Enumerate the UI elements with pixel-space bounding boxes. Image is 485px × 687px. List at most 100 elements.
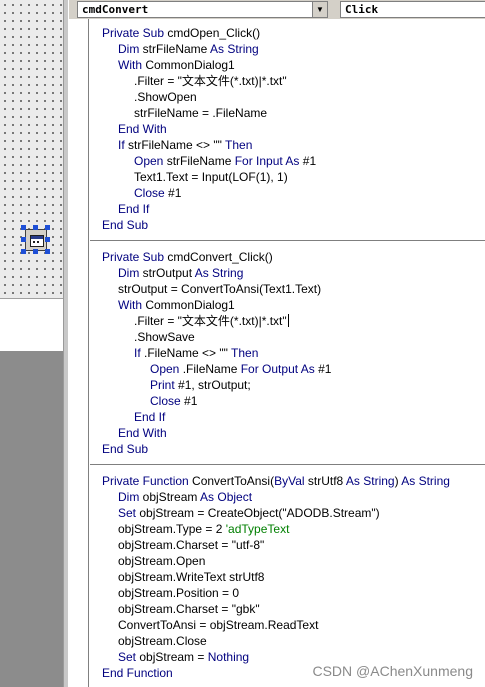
code-line[interactable]: objStream.Charset = "gbk" [118, 601, 260, 617]
code-comment: 'adTypeText [225, 522, 290, 536]
code-line[interactable]: Close #1 [134, 185, 181, 201]
code-line[interactable]: Private Sub cmdOpen_Click() [102, 25, 260, 41]
object-combo[interactable]: cmdConvert ▼ [77, 1, 328, 18]
designer-background [0, 351, 63, 687]
code-keyword: Dim [118, 266, 143, 280]
code-keyword: As Object [200, 490, 253, 504]
code-keyword: Print [150, 378, 179, 392]
chevron-down-icon[interactable]: ▼ [312, 2, 327, 17]
code-line[interactable]: strFileName = .FileName [134, 105, 267, 121]
code-line[interactable]: objStream.WriteText strUtf8 [118, 569, 264, 585]
code-line[interactable]: End With [118, 121, 167, 137]
text-cursor [287, 314, 289, 327]
code-line[interactable]: End Sub [102, 441, 148, 457]
code-text: #1 [168, 186, 182, 200]
code-editor[interactable]: Private Sub cmdOpen_Click() Dim strFileNa… [69, 19, 485, 687]
procedure-combo-value: Click [345, 3, 379, 16]
code-keyword: Open [150, 362, 183, 376]
code-line[interactable]: objStream.Close [118, 633, 207, 649]
code-text: strUtf8 [307, 474, 346, 488]
code-text: strFileName <> "" [128, 138, 226, 152]
code-keyword: Set [118, 650, 140, 664]
code-line[interactable]: .ShowSave [134, 329, 195, 345]
code-line[interactable]: Private Sub cmdConvert_Click() [102, 249, 273, 265]
code-line[interactable]: With CommonDialog1 [118, 57, 235, 73]
code-text: objStream.Charset = "utf-8" [118, 538, 265, 552]
selection-handle[interactable] [21, 249, 26, 254]
code-line[interactable]: objStream.Type = 2 'adTypeText [118, 521, 289, 537]
code-line[interactable]: Dim strOutput As String [118, 265, 243, 281]
object-combo-value: cmdConvert [82, 3, 149, 16]
code-line[interactable]: Set objStream = Nothing [118, 649, 249, 665]
code-line[interactable]: End Sub [102, 217, 148, 233]
code-keyword: Close [150, 394, 185, 408]
code-text: .ShowOpen [134, 90, 197, 104]
selection-handle[interactable] [45, 249, 50, 254]
code-line[interactable]: End If [134, 409, 165, 425]
code-line[interactable]: Text1.Text = Input(LOF(1), 1) [134, 169, 288, 185]
code-keyword: For Output As [240, 362, 319, 376]
code-line[interactable]: Dim strFileName As String [118, 41, 259, 57]
code-keyword: End With [118, 426, 167, 440]
code-keyword: Private Sub [102, 250, 168, 264]
code-text: CommonDialog1 [145, 58, 235, 72]
code-text: .ShowSave [134, 330, 195, 344]
code-text: objStream = [139, 650, 208, 664]
code-text: ConvertToAnsi = objStream.ReadText [118, 618, 319, 632]
code-line[interactable]: ConvertToAnsi = objStream.ReadText [118, 617, 318, 633]
code-line[interactable]: objStream.Charset = "utf-8" [118, 537, 264, 553]
code-text: .Filter = "文本文件(*.txt)|*.txt" [134, 74, 287, 88]
code-area[interactable]: Private Sub cmdOpen_Click() Dim strFileNa… [90, 19, 485, 687]
code-text: CommonDialog1 [145, 298, 235, 312]
selection-handle[interactable] [21, 237, 26, 242]
code-line[interactable]: End If [118, 201, 149, 217]
code-text: strFileName = .FileName [134, 106, 268, 120]
code-line[interactable]: Dim objStream As Object [118, 489, 252, 505]
code-line[interactable]: .Filter = "文本文件(*.txt)|*.txt" [134, 313, 289, 329]
form-designer-grid[interactable] [0, 0, 63, 298]
selection-handle[interactable] [45, 225, 50, 230]
code-text: strFileName [142, 42, 211, 56]
code-line[interactable]: strOutput = ConvertToAnsi(Text1.Text) [118, 281, 321, 297]
selection-handle[interactable] [33, 249, 38, 254]
code-line[interactable]: Open .FileName For Output As #1 [150, 361, 331, 377]
code-keyword: Close [134, 186, 169, 200]
code-line[interactable]: If strFileName <> "" Then [118, 137, 252, 153]
code-text: #1 [318, 362, 332, 376]
code-line[interactable]: With CommonDialog1 [118, 297, 235, 313]
code-text: objStream.Position = 0 [118, 586, 240, 600]
code-line[interactable]: If .FileName <> "" Then [134, 345, 258, 361]
selection-handle[interactable] [33, 225, 38, 230]
code-keyword: Private Sub [102, 26, 168, 40]
code-text: strOutput [142, 266, 195, 280]
code-line[interactable]: Set objStream = CreateObject("ADODB.Stre… [118, 505, 380, 521]
code-keyword: Then [225, 138, 253, 152]
code-keyword: End Function [102, 666, 173, 680]
procedure-separator [90, 464, 485, 465]
code-line[interactable]: .Filter = "文本文件(*.txt)|*.txt" [134, 73, 287, 89]
code-text: #1, strOutput; [178, 378, 251, 392]
code-line[interactable]: Private Function ConvertToAnsi(ByVal str… [102, 473, 450, 489]
code-keyword: End If [118, 202, 150, 216]
selection-handle[interactable] [45, 237, 50, 242]
code-keyword: Set [118, 506, 140, 520]
code-line[interactable]: Close #1 [150, 393, 197, 409]
selection-handle[interactable] [21, 225, 26, 230]
code-text: objStream.Type = 2 [118, 522, 226, 536]
code-line[interactable]: objStream.Position = 0 [118, 585, 239, 601]
code-line[interactable]: End With [118, 425, 167, 441]
code-keyword: As String [210, 42, 259, 56]
code-text: objStream.Charset = "gbk" [118, 602, 260, 616]
common-dialog-control[interactable] [25, 229, 47, 251]
code-line[interactable]: Print #1, strOutput; [150, 377, 251, 393]
code-text: Text1.Text = Input(LOF(1), 1) [134, 170, 288, 184]
code-line[interactable]: objStream.Open [118, 553, 205, 569]
watermark: CSDN @AChenXunmeng [312, 663, 473, 679]
code-keyword: Dim [118, 42, 143, 56]
code-text: objStream.Open [118, 554, 206, 568]
code-line[interactable]: End Function [102, 665, 173, 681]
code-line[interactable]: Open strFileName For Input As #1 [134, 153, 316, 169]
code-line[interactable]: .ShowOpen [134, 89, 197, 105]
margin-indicator-bar[interactable] [69, 19, 89, 687]
procedure-combo[interactable]: Click [340, 1, 485, 18]
